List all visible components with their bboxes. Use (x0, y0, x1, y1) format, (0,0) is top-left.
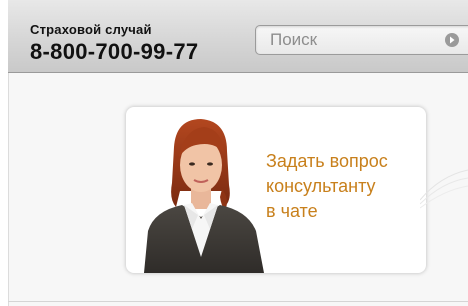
search-input[interactable] (270, 30, 440, 50)
banner-line: консультанту (266, 176, 376, 196)
banner-line: в чате (266, 201, 318, 221)
hotline-phone-number[interactable]: 8-800-700-99-77 (30, 39, 198, 65)
banner-line: Задать вопрос (266, 151, 388, 171)
ask-consultant-text[interactable]: Задать вопрос консультанту в чате (266, 149, 424, 224)
insurance-case-label: Страховой случай (30, 22, 152, 37)
decorative-swoosh (420, 169, 468, 209)
chat-consultant-banner[interactable]: Задать вопрос консультанту в чате (126, 107, 426, 273)
search-box (255, 25, 468, 55)
arrow-right-icon (450, 36, 455, 44)
bottom-divider (8, 301, 468, 302)
consultant-photo (144, 119, 264, 273)
search-submit-button[interactable] (445, 33, 459, 47)
